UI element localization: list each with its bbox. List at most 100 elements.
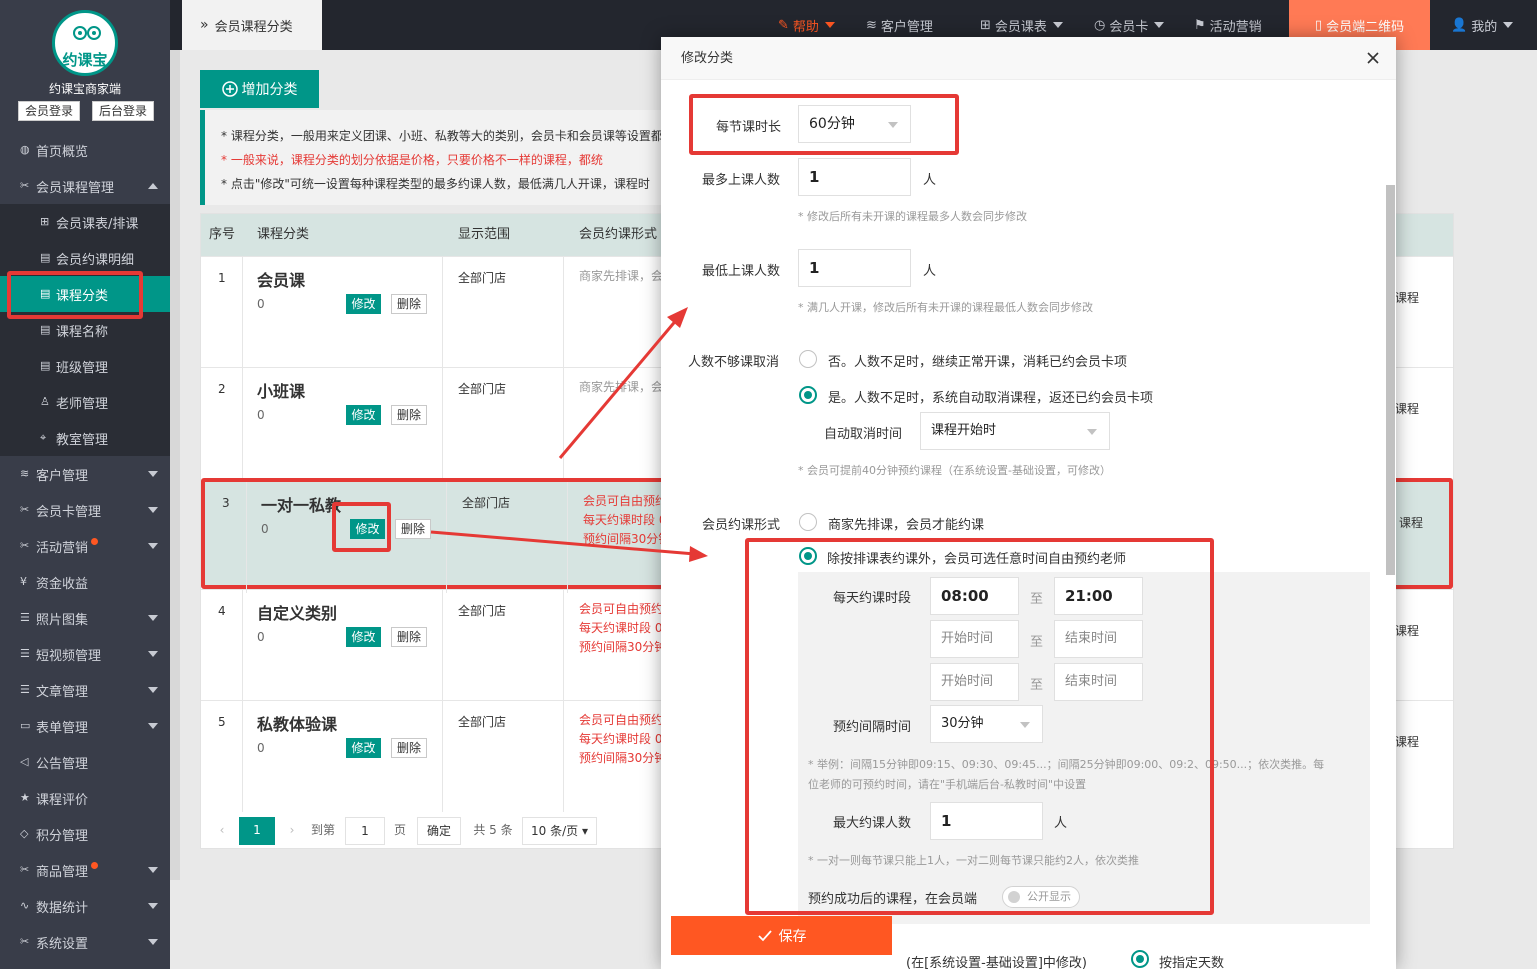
sidebar-item-11[interactable]: ✂ 活动营销 [0,528,170,564]
category-name: 自定义类别 [257,604,338,623]
delete-button[interactable]: 删除 [391,627,427,647]
sidebar: 约课宝 约课宝商家端 会员登录 后台登录 ◍ 首页概览 ✂ 会员课程管理 ⊞ 会员课表/排… [0,0,170,969]
caret-down-icon [148,507,158,513]
sidebar-item-label: 公告管理 [36,756,89,772]
page-1[interactable]: 1 [239,817,275,845]
caret-down-icon [1087,429,1097,435]
mobile-icon: ▯ [1314,17,1323,33]
caret-down-icon [148,615,158,621]
book-icon: ⊞ [980,17,991,33]
booking-mode-label: 会员约课形式 [702,518,781,533]
sidebar-item-1[interactable]: ✂ 会员课程管理 [0,168,170,204]
page-input[interactable]: 1 [345,817,385,845]
per-page-select[interactable]: 10 条/页 ▾ [522,817,597,845]
stack-icon: ≋ [20,467,30,480]
sidebar-item-6[interactable]: ▤ 班级管理 [0,348,170,384]
prev-page-icon[interactable]: ‹ [214,817,230,845]
location-icon: ⌖ [40,431,47,444]
edit-button[interactable]: 修改 [346,405,381,425]
sidebar-item-label: 表单管理 [36,720,89,736]
admin-login-button[interactable]: 后台登录 [92,101,155,121]
display-scope: 全部门店 [458,382,507,396]
book-icon: ⊞ [40,215,50,228]
min-students-unit: 人 [923,264,937,279]
yen-icon: ¥ [20,575,27,588]
delete-button[interactable]: 删除 [391,738,427,758]
sidebar-item-7[interactable]: ♙ 老师管理 [0,384,170,420]
document-icon: ▤ [40,359,51,372]
caret-down-icon [148,543,158,549]
bottom-radio-text: 按指定天数 [1159,956,1225,969]
category-name: 私教体验课 [257,715,338,734]
sidebar-item-0[interactable]: ◍ 首页概览 [0,132,170,168]
category-count: 0 [257,297,265,311]
close-icon[interactable] [1364,49,1382,67]
delete-button[interactable]: 删除 [391,405,427,425]
sidebar-item-label: 首页概览 [36,144,89,160]
sidebar-item-label: 教室管理 [56,432,109,448]
sidebar-item-19[interactable]: ◇ 积分管理 [0,816,170,852]
booking-mode-line: 每天约课时段 0 [579,732,663,746]
sidebar-item-9[interactable]: ≋ 客户管理 [0,456,170,492]
page-confirm-button[interactable]: 确定 [417,817,461,845]
modal-scrollbar[interactable] [1386,185,1395,575]
display-scope: 全部门店 [458,604,507,618]
auto-cancel-value: 课程开始时 [931,423,997,438]
caret-down-icon [148,903,158,909]
row-number: 3 [222,496,230,510]
category-name: 小班课 [257,382,306,401]
sidebar-item-14[interactable]: ☰ 短视频管理 [0,636,170,672]
booking-mode-line: 每天约课时段 0 [583,513,667,527]
cancel-yes-radio[interactable] [799,386,817,404]
min-students-input[interactable]: 1 [798,249,911,287]
sidebar-item-8[interactable]: ⌖ 教室管理 [0,420,170,456]
sidebar-item-label: 活动营销 [36,540,89,556]
booking-mode-line: 会员可自由预约 [579,713,663,727]
wrench-icon: ✂ [20,935,30,948]
booking-opt1-radio[interactable] [799,513,817,531]
category-count: 0 [257,630,265,644]
delete-button[interactable]: 删除 [395,519,431,539]
list-icon: ☰ [20,611,30,624]
member-login-button[interactable]: 会员登录 [18,101,81,121]
save-button[interactable]: 保存 [671,916,892,955]
sidebar-item-17[interactable]: ◁ 公告管理 [0,744,170,780]
nav-me[interactable]: 👤 我的 [1451,0,1514,50]
sidebar-item-13[interactable]: ☰ 照片图集 [0,600,170,636]
edit-button[interactable]: 修改 [346,294,381,314]
sidebar-item-2[interactable]: ⊞ 会员课表/排课 [0,204,170,240]
max-students-label: 最多上课人数 [702,173,781,188]
sidebar-item-10[interactable]: ✂ 会员卡管理 [0,492,170,528]
caret-down-icon [148,939,158,945]
sidebar-scrollbar[interactable] [170,0,180,880]
sidebar-item-18[interactable]: ★ 课程评价 [0,780,170,816]
modal-header: 修改分类 [661,37,1396,80]
sidebar-item-22[interactable]: ✂ 系统设置 [0,924,170,960]
sidebar-item-16[interactable]: ▭ 表单管理 [0,708,170,744]
edit-button[interactable]: 修改 [346,738,381,758]
star-icon: ★ [20,791,30,804]
booking-mode-line: 会员可自由预约 [583,494,667,508]
sidebar-item-label: 积分管理 [36,828,89,844]
next-page-icon[interactable]: › [284,817,300,845]
sidebar-item-label: 会员课表/排课 [56,216,139,232]
sidebar-item-21[interactable]: ∿ 数据统计 [0,888,170,924]
auto-cancel-select[interactable]: 课程开始时 [920,412,1110,450]
double-chevron-icon: » [200,17,209,33]
cancel-no-text: 否。人数不足时，继续正常开课，消耗已约会员卡项 [828,355,1128,370]
wrench-icon: ✂ [20,503,30,516]
cancel-no-radio[interactable] [799,350,817,368]
add-category-button[interactable]: 增加分类 [200,70,319,108]
sidebar-item-15[interactable]: ☰ 文章管理 [0,672,170,708]
sidebar-item-12[interactable]: ¥ 资金收益 [0,564,170,600]
sidebar-item-label: 班级管理 [56,360,109,376]
user-icon: 👤 [1451,17,1468,33]
tab-current[interactable]: » 会员课程分类 [182,0,322,50]
delete-button[interactable]: 删除 [391,294,427,314]
row-tail-text: 课程 [1399,516,1424,530]
max-students-input[interactable]: 1 [798,158,911,196]
edit-button[interactable]: 修改 [346,627,381,647]
sidebar-item-20[interactable]: ✂ 商品管理 [0,852,170,888]
wrench-icon: ✂ [20,863,30,876]
bottom-radio[interactable] [1131,950,1149,968]
